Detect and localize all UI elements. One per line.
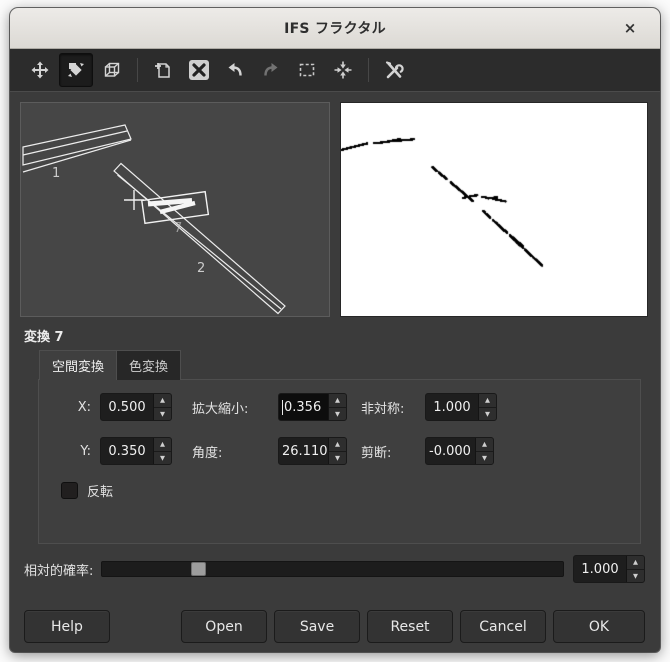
spatial-transform-panel: X: 0.500 ▲▼ 拡大縮小: 0.356 ▲▼ 非対称: 1.000 ▲▼… [38, 379, 641, 544]
x-spinbutton: 0.500 ▲▼ [100, 393, 172, 421]
undo-button[interactable] [218, 53, 252, 87]
asymmetry-spin-down-icon[interactable]: ▼ [479, 408, 496, 421]
render-options-button[interactable] [377, 53, 411, 87]
probability-row: 相対的確率: 1.000 ▲▼ [24, 555, 645, 583]
new-transform-button[interactable] [146, 53, 180, 87]
transform-design-area[interactable]: 1 2 7 [20, 102, 330, 317]
titlebar[interactable]: IFS フラクタル × [10, 8, 660, 49]
rotate-scale-icon [66, 60, 86, 80]
redo-icon [261, 60, 281, 80]
asymmetry-label: 非対称: [361, 398, 417, 417]
fractal-canvas [341, 103, 647, 316]
reset-button[interactable]: Reset [367, 610, 453, 643]
probability-slider[interactable] [101, 561, 564, 577]
select-all-button[interactable] [290, 53, 324, 87]
close-button[interactable]: × [616, 8, 644, 48]
x-spin-up-icon[interactable]: ▲ [154, 394, 171, 408]
text-caret [282, 400, 283, 415]
select-all-icon [297, 60, 317, 80]
shape-2-label: 2 [197, 261, 205, 276]
delete-transform-button[interactable] [182, 53, 216, 87]
toolbar [10, 49, 660, 92]
help-button[interactable]: Help [24, 610, 110, 643]
probability-spin-down-icon[interactable]: ▼ [627, 570, 644, 583]
save-button[interactable]: Save [274, 610, 360, 643]
probability-spinbutton: 1.000 ▲▼ [573, 555, 645, 583]
shape-7-label: 7 [174, 221, 182, 236]
angle-spin-up-icon[interactable]: ▲ [329, 438, 346, 452]
ifs-fractal-dialog: IFS フラクタル × [10, 8, 660, 652]
y-spinbutton: 0.350 ▲▼ [100, 437, 172, 465]
y-spin-up-icon[interactable]: ▲ [154, 438, 171, 452]
x-input[interactable]: 0.500 [101, 394, 153, 420]
y-spin-down-icon[interactable]: ▼ [154, 452, 171, 465]
y-label: Y: [61, 444, 91, 459]
transform-shape-1 [23, 125, 131, 172]
shear-spin-down-icon[interactable]: ▼ [476, 452, 493, 465]
window-title: IFS フラクタル [284, 18, 386, 38]
fractal-render-preview [340, 102, 648, 317]
recenter-button[interactable] [326, 53, 360, 87]
center-crosshair-icon[interactable] [124, 190, 144, 210]
rotate-scale-button[interactable] [59, 53, 93, 87]
render-options-icon [384, 60, 404, 80]
shear-spin-up-icon[interactable]: ▲ [476, 438, 493, 452]
transform-title: 変換 7 [24, 326, 660, 345]
scale-label: 拡大縮小: [192, 398, 270, 417]
scale-input[interactable]: 0.356 [279, 394, 328, 420]
shear-input[interactable]: -0.000 [426, 438, 475, 464]
slider-handle[interactable] [191, 562, 206, 576]
tab-spatial-transform[interactable]: 空間変換 [39, 350, 117, 380]
asymmetry-input[interactable]: 1.000 [426, 394, 478, 420]
angle-input[interactable]: 26.110 [279, 438, 328, 464]
scale-spin-up-icon[interactable]: ▲ [329, 394, 346, 408]
toolbar-separator [137, 58, 138, 82]
y-input[interactable]: 0.350 [101, 438, 153, 464]
toolbar-separator [368, 58, 369, 82]
move-icon [30, 60, 50, 80]
transform-shape-7-selected[interactable] [142, 192, 209, 224]
transform-notebook: 空間変換 色変換 X: 0.500 ▲▼ 拡大縮小: 0.356 ▲▼ 非対称:… [38, 349, 641, 544]
undo-icon [225, 60, 245, 80]
preview-row: 1 2 7 [10, 92, 660, 317]
asymmetry-spin-up-icon[interactable]: ▲ [479, 394, 496, 408]
probability-label: 相対的確率: [24, 560, 93, 579]
cancel-button[interactable]: Cancel [460, 610, 546, 643]
scale-spin-down-icon[interactable]: ▼ [329, 408, 346, 421]
move-button[interactable] [23, 53, 57, 87]
tab-color-transform[interactable]: 色変換 [117, 350, 181, 380]
dialog-action-area: Help Open Save Reset Cancel OK [24, 610, 645, 643]
ok-button[interactable]: OK [553, 610, 645, 643]
recenter-icon [333, 60, 353, 80]
shear-label: 剪断: [361, 442, 417, 461]
new-transform-icon [153, 60, 173, 80]
stretch-icon [102, 60, 122, 80]
flip-label: 反転 [87, 481, 113, 500]
probability-input[interactable]: 1.000 [574, 556, 626, 582]
shear-spinbutton: -0.000 ▲▼ [425, 437, 494, 465]
flip-checkbox[interactable] [61, 482, 78, 499]
stretch-button[interactable] [95, 53, 129, 87]
asymmetry-spinbutton: 1.000 ▲▼ [425, 393, 497, 421]
angle-spinbutton: 26.110 ▲▼ [278, 437, 347, 465]
shape-1-label: 1 [52, 166, 60, 181]
probability-spin-up-icon[interactable]: ▲ [627, 556, 644, 570]
x-spin-down-icon[interactable]: ▼ [154, 408, 171, 421]
x-label: X: [61, 400, 91, 415]
open-button[interactable]: Open [181, 610, 267, 643]
delete-transform-icon [188, 59, 210, 81]
scale-spinbutton: 0.356 ▲▼ [278, 393, 347, 421]
transform-shape-2 [114, 164, 285, 314]
angle-label: 角度: [192, 442, 270, 461]
angle-spin-down-icon[interactable]: ▼ [329, 452, 346, 465]
redo-button[interactable] [254, 53, 288, 87]
